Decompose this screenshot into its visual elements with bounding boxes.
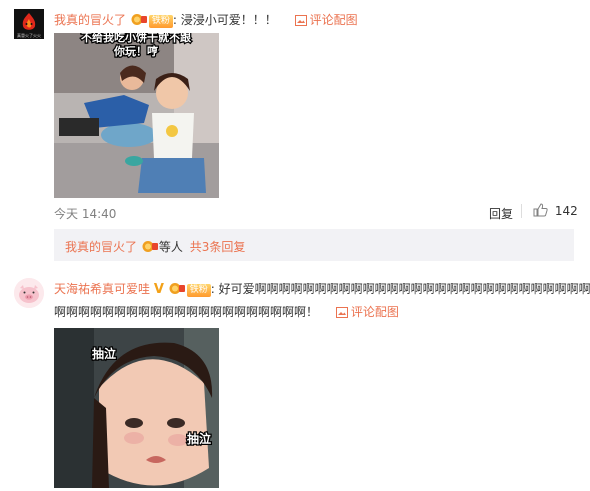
thumbs-up-icon (533, 203, 548, 217)
reply-summary-etc: 等人 (158, 240, 183, 254)
reply-button[interactable]: 回复 (489, 205, 513, 222)
avatar-caption: 真冒火了火火 (17, 32, 41, 38)
image-caption-bottom: 你玩！哼 (113, 44, 158, 58)
medal-icon (131, 14, 147, 25)
reply-summary-username[interactable]: 我真的冒火了 (65, 240, 137, 254)
comment1-username[interactable]: 我真的冒火了 (54, 13, 126, 27)
like-button[interactable]: 142 (533, 203, 578, 218)
like-count: 142 (554, 204, 578, 218)
medal-icon (169, 283, 185, 294)
comment2-text-line1: 好可爱啊啊啊啊啊啊啊啊啊啊啊啊啊啊啊啊啊啊啊啊啊啊啊啊啊啊啊啊 (218, 282, 590, 296)
image-caption-2: 抽泣 (187, 431, 211, 446)
comment2-body: 天海祐希真可爱哇 V 铁粉: 好可爱啊啊啊啊啊啊啊啊啊啊啊啊啊啊啊啊啊啊啊啊啊啊… (54, 278, 590, 323)
fan-badge: 铁粉 (148, 15, 173, 28)
image-caption-top: 不给我吃小饼干就不跟 (81, 33, 192, 44)
comment1-image[interactable]: 不给我吃小饼干就不跟 你玩！哼 (54, 33, 219, 198)
comment2-text-line2: 啊啊啊啊啊啊啊啊啊啊啊啊啊啊啊啊啊啊啊啊啊！ (54, 305, 319, 319)
user-avatar[interactable] (14, 278, 44, 308)
comment2-image[interactable]: 抽泣 抽泣 (54, 328, 219, 488)
comment2-username[interactable]: 天海祐希真可爱哇 (54, 282, 150, 296)
comment1-time: 今天 14:40 (54, 207, 117, 221)
picture-link-label: 评论配图 (309, 13, 358, 27)
comment1-separator: : (172, 13, 177, 27)
verified-v-icon: V (153, 282, 164, 297)
image-caption-1: 抽泣 (92, 346, 116, 361)
fan-badge: 铁粉 (186, 284, 211, 297)
comment2-separator: : (210, 282, 215, 296)
user-avatar[interactable]: 真冒火了火火 (14, 9, 44, 39)
picture-icon (294, 15, 307, 26)
comment1-picture-link[interactable]: 评论配图 (294, 13, 358, 27)
picture-icon (335, 307, 348, 318)
footer-divider (521, 204, 522, 218)
reply-summary[interactable]: 我真的冒火了 等人 共3条回复 (54, 229, 574, 261)
picture-link-label: 评论配图 (350, 305, 399, 319)
comment1-text: 浸浸小可爱！！！ (180, 13, 277, 27)
medal-icon (142, 241, 158, 252)
view-all-replies-link[interactable]: 共3条回复 (190, 240, 246, 254)
comment2-picture-link[interactable]: 评论配图 (335, 305, 399, 319)
comment1-header: 我真的冒火了 铁粉: 浸浸小可爱！！！ 评论配图 (54, 11, 358, 28)
